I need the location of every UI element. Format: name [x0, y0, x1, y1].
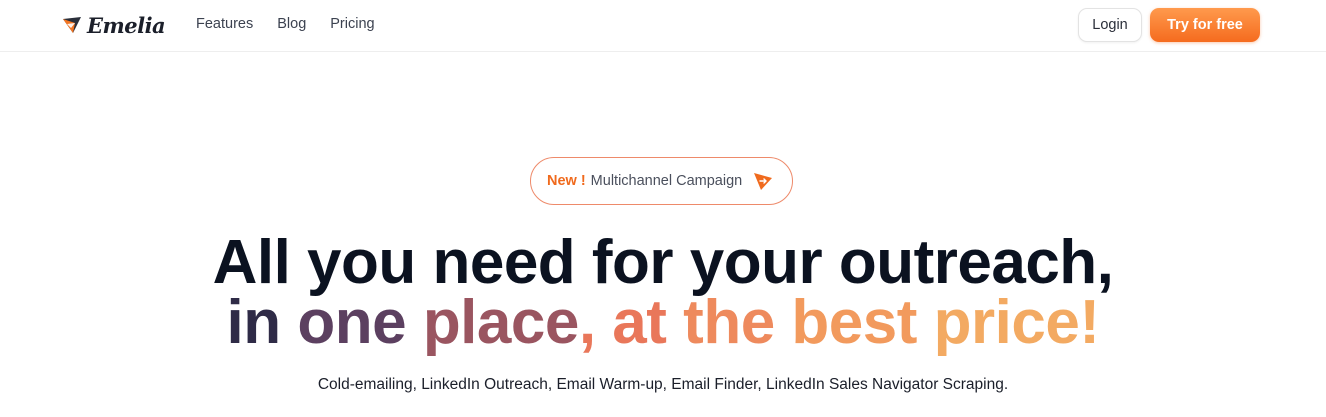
nav-link-features[interactable]: Features: [196, 16, 253, 32]
top-navigation-bar: Emelia Features Blog Pricing Login Try f…: [0, 0, 1326, 52]
brand-logo[interactable]: Emelia: [61, 9, 166, 41]
login-button[interactable]: Login: [1078, 8, 1142, 42]
new-feature-badge[interactable]: New ! Multichannel Campaign: [530, 157, 793, 205]
headline-word-best: best: [791, 288, 934, 357]
hero-subtitle: Cold-emailing, LinkedIn Outreach, Email …: [317, 376, 1009, 393]
nav-link-blog[interactable]: Blog: [277, 16, 306, 32]
paper-plane-icon: [752, 170, 774, 192]
headline-line-2: in one place, at the best price!: [0, 292, 1326, 354]
headline-word-one: one: [297, 288, 423, 357]
logo-wordmark: Emelia: [87, 12, 166, 38]
headline-word-the: the: [683, 288, 792, 357]
headline-word-price: price!: [933, 288, 1100, 357]
nav-link-pricing[interactable]: Pricing: [330, 16, 374, 32]
emelia-logo-icon: [63, 17, 81, 33]
headline-word-in: in: [226, 288, 298, 357]
headline-line-1: All you need for your outreach,: [212, 228, 1114, 297]
badge-new-label: New !: [547, 173, 586, 189]
hero-headline: All you need for your outreach, in one p…: [0, 232, 1326, 354]
try-for-free-button[interactable]: Try for free: [1150, 8, 1260, 42]
headline-word-place: place: [422, 288, 580, 357]
badge-text: Multichannel Campaign: [590, 173, 743, 189]
main-nav: Features Blog Pricing: [196, 16, 399, 32]
headline-word-at: , at: [578, 288, 684, 357]
